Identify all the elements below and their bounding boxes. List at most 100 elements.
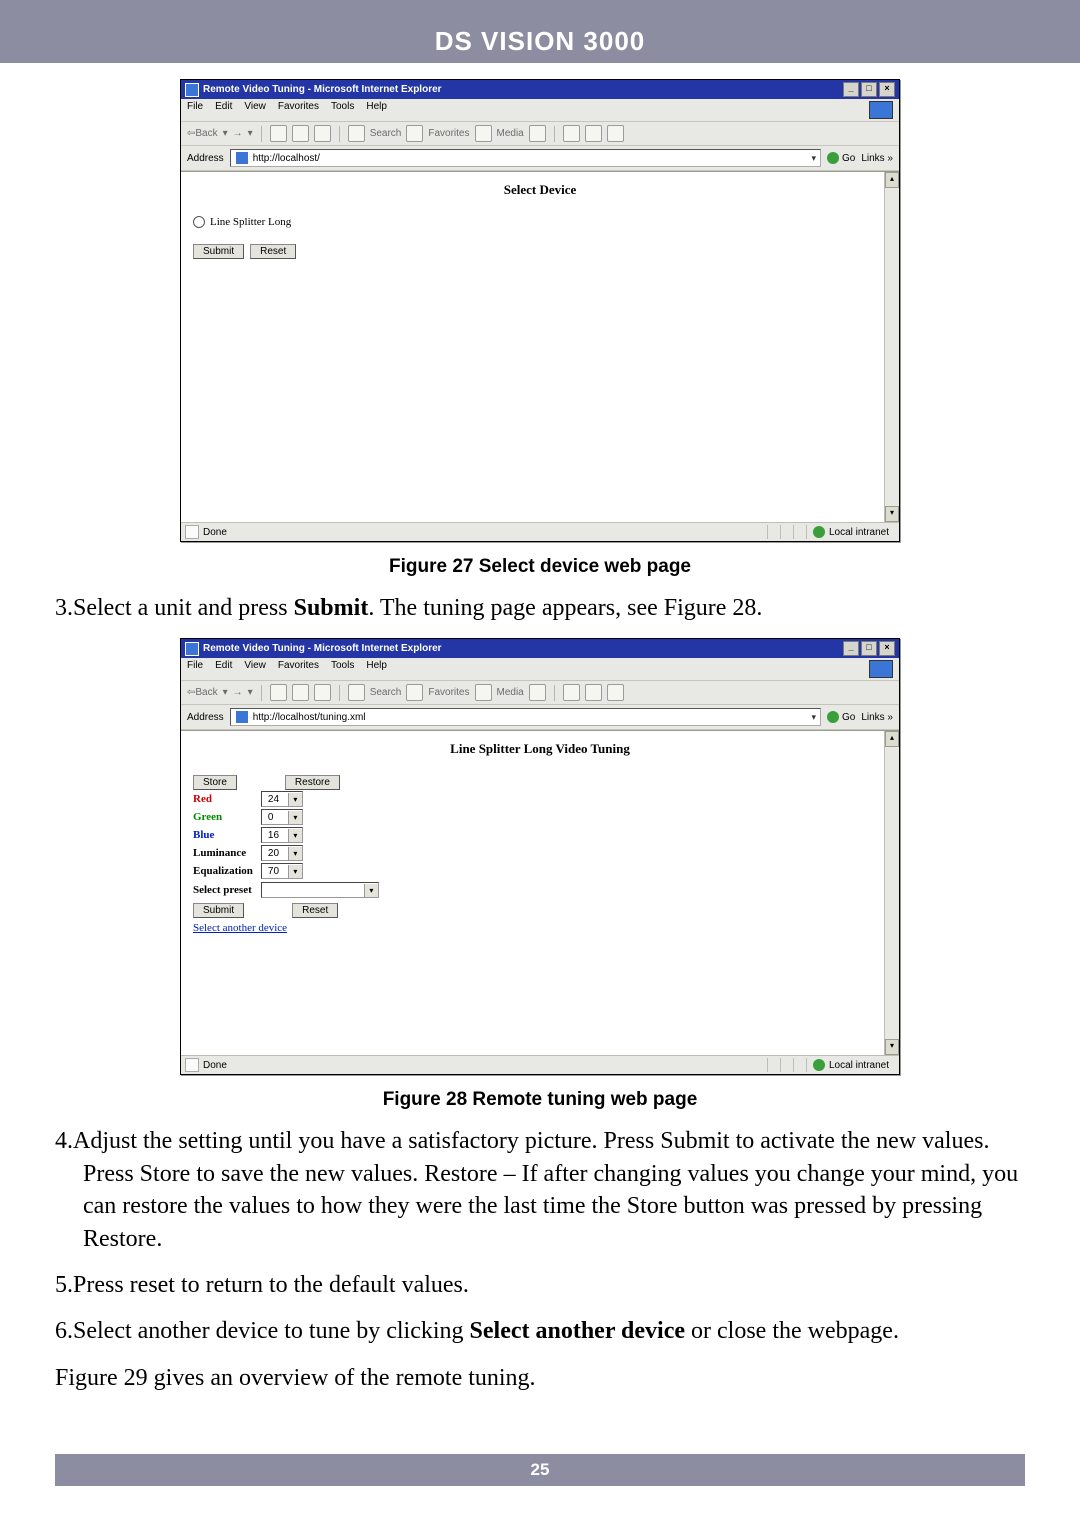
page-content: Remote Video Tuning - Microsoft Internet…: [0, 63, 1080, 1448]
chevron-down-icon[interactable]: ▾: [288, 811, 302, 824]
address-bar: Address http://localhost/ ▾ Go Links »: [181, 146, 899, 171]
blue-select[interactable]: 16▾: [261, 827, 303, 843]
chevron-down-icon[interactable]: ▾: [288, 865, 302, 878]
go-button[interactable]: Go: [827, 152, 855, 164]
device-option[interactable]: Line Splitter Long: [193, 216, 887, 228]
reset-button[interactable]: Reset: [292, 903, 338, 918]
address-input[interactable]: http://localhost/tuning.xml ▾: [230, 708, 821, 726]
vertical-scrollbar[interactable]: ▴ ▾: [884, 731, 899, 1055]
done-icon: [185, 525, 199, 539]
history-icon[interactable]: [529, 125, 546, 142]
menu-favorites[interactable]: Favorites: [278, 101, 319, 119]
edit-icon[interactable]: [607, 684, 624, 701]
page-icon: [235, 151, 249, 165]
address-dropdown-icon[interactable]: ▾: [811, 153, 816, 164]
chevron-down-icon[interactable]: ▾: [288, 829, 302, 842]
stop-icon[interactable]: [270, 125, 287, 142]
viewport: Line Splitter Long Video Tuning Store Re…: [181, 730, 899, 1055]
menu-tools[interactable]: Tools: [331, 660, 354, 678]
scroll-down-icon[interactable]: ▾: [885, 506, 899, 522]
print-icon[interactable]: [585, 125, 602, 142]
go-button[interactable]: Go: [827, 711, 855, 723]
home-icon[interactable]: [314, 684, 331, 701]
edit-icon[interactable]: [607, 125, 624, 142]
toolbar-favorites[interactable]: Favorites: [428, 687, 469, 698]
device-option-label: Line Splitter Long: [210, 216, 291, 228]
nav-back-label[interactable]: ⇦Back: [187, 128, 218, 139]
radio-icon[interactable]: [193, 216, 205, 228]
nav-forward-icon[interactable]: →: [233, 128, 243, 139]
menu-view[interactable]: View: [244, 101, 266, 119]
toolbar-favorites[interactable]: Favorites: [428, 128, 469, 139]
vertical-scrollbar[interactable]: ▴ ▾: [884, 172, 899, 522]
menu-tools[interactable]: Tools: [331, 101, 354, 119]
chevron-down-icon[interactable]: ▾: [288, 847, 302, 860]
store-button[interactable]: Store: [193, 775, 237, 790]
menu-file[interactable]: File: [187, 101, 203, 119]
red-select[interactable]: 24▾: [261, 791, 303, 807]
submit-button[interactable]: Submit: [193, 903, 244, 918]
toolbar-search[interactable]: Search: [370, 128, 402, 139]
maximize-icon[interactable]: □: [861, 641, 877, 656]
chevron-down-icon[interactable]: ▾: [288, 793, 302, 806]
chevron-down-icon[interactable]: ▾: [364, 884, 378, 897]
address-input[interactable]: http://localhost/ ▾: [230, 149, 821, 167]
scroll-up-icon[interactable]: ▴: [885, 172, 899, 188]
mail-icon[interactable]: [563, 125, 580, 142]
links-button[interactable]: Links »: [861, 153, 893, 164]
home-icon[interactable]: [314, 125, 331, 142]
statusbar: Done Local intranet: [181, 522, 899, 541]
restore-button[interactable]: Restore: [285, 775, 340, 790]
favorites-icon[interactable]: [406, 684, 423, 701]
green-select[interactable]: 0▾: [261, 809, 303, 825]
toolbar-media[interactable]: Media: [497, 687, 524, 698]
nav-forward-icon[interactable]: →: [233, 687, 243, 698]
search-icon[interactable]: [348, 125, 365, 142]
figure-28-caption: Figure 28 Remote tuning web page: [55, 1089, 1025, 1111]
step-3-text: 3.Select a unit and press Submit. The tu…: [55, 592, 1025, 624]
go-icon: [827, 152, 839, 164]
equalization-select[interactable]: 70▾: [261, 863, 303, 879]
menu-view[interactable]: View: [244, 660, 266, 678]
links-button[interactable]: Links »: [861, 712, 893, 723]
media-icon[interactable]: [475, 684, 492, 701]
menu-favorites[interactable]: Favorites: [278, 660, 319, 678]
media-icon[interactable]: [475, 125, 492, 142]
address-label: Address: [187, 712, 224, 723]
address-dropdown-icon[interactable]: ▾: [811, 712, 816, 723]
history-icon[interactable]: [529, 684, 546, 701]
preset-select[interactable]: ▾: [261, 882, 379, 898]
toolbar-media[interactable]: Media: [497, 128, 524, 139]
scroll-down-icon[interactable]: ▾: [885, 1039, 899, 1055]
scroll-up-icon[interactable]: ▴: [885, 731, 899, 747]
menu-edit[interactable]: Edit: [215, 101, 232, 119]
toolbar-search[interactable]: Search: [370, 687, 402, 698]
mail-icon[interactable]: [563, 684, 580, 701]
refresh-icon[interactable]: [292, 684, 309, 701]
menu-file[interactable]: File: [187, 660, 203, 678]
menu-help[interactable]: Help: [366, 101, 387, 119]
figure-28: Remote Video Tuning - Microsoft Internet…: [55, 638, 1025, 1111]
favorites-icon[interactable]: [406, 125, 423, 142]
titlebar: Remote Video Tuning - Microsoft Internet…: [181, 639, 899, 658]
reset-button[interactable]: Reset: [250, 244, 296, 259]
address-bar: Address http://localhost/tuning.xml ▾ Go…: [181, 705, 899, 730]
minimize-icon[interactable]: _: [843, 82, 859, 97]
menu-help[interactable]: Help: [366, 660, 387, 678]
step-4-text: 4.Adjust the setting until you have a sa…: [55, 1125, 1025, 1255]
select-another-device-link[interactable]: Select another device: [193, 922, 287, 934]
search-icon[interactable]: [348, 684, 365, 701]
close-icon[interactable]: ×: [879, 641, 895, 656]
maximize-icon[interactable]: □: [861, 82, 877, 97]
close-icon[interactable]: ×: [879, 82, 895, 97]
submit-button[interactable]: Submit: [193, 244, 244, 259]
menu-edit[interactable]: Edit: [215, 660, 232, 678]
nav-back-label[interactable]: ⇦Back: [187, 687, 218, 698]
toolbar: ⇦Back ▾ → ▾ Search Favorites Media: [181, 122, 899, 146]
minimize-icon[interactable]: _: [843, 641, 859, 656]
refresh-icon[interactable]: [292, 125, 309, 142]
luminance-select[interactable]: 20▾: [261, 845, 303, 861]
status-text: Done: [203, 527, 227, 538]
print-icon[interactable]: [585, 684, 602, 701]
stop-icon[interactable]: [270, 684, 287, 701]
